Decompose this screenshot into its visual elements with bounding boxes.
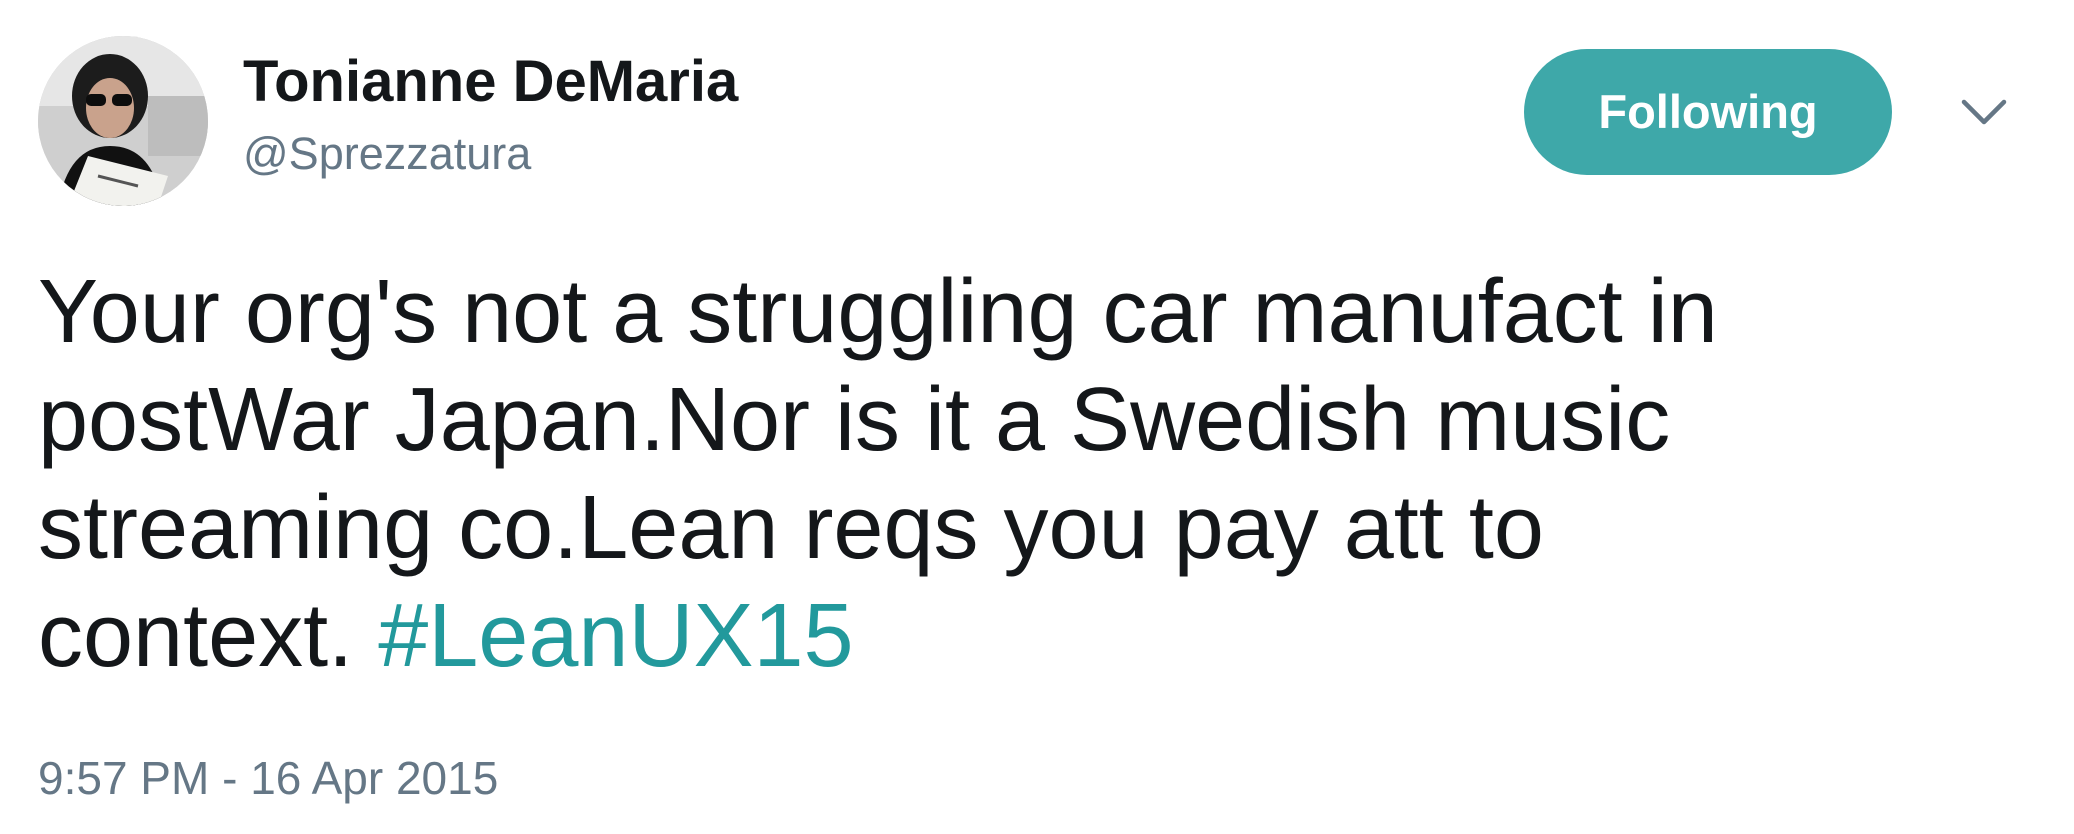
author-display-name[interactable]: Tonianne DeMaria: [243, 46, 738, 118]
tweet-text: Your org's not a struggling car manufact…: [38, 258, 2018, 690]
tweet-text-last-line: context. #LeanUX15: [38, 582, 2018, 690]
profile-photo-icon: [38, 36, 208, 206]
hashtag-link[interactable]: #LeanUX15: [378, 586, 853, 686]
tweet-text-segment: context.: [38, 586, 379, 686]
tweet-text-line: streaming co.Lean reqs you pay att to: [38, 478, 1544, 578]
chevron-down-icon: [1961, 99, 2007, 125]
tweet-timestamp[interactable]: 9:57 PM - 16 Apr 2015: [38, 748, 498, 808]
tweet-text-line: postWar Japan.Nor is it a Swedish music: [38, 370, 1671, 470]
following-button[interactable]: Following: [1524, 49, 1892, 175]
tweet-card: Tonianne DeMaria @Sprezzatura Following …: [0, 0, 2074, 834]
tweet-menu-button[interactable]: [1958, 94, 2010, 130]
author-handle[interactable]: @Sprezzatura: [243, 126, 531, 182]
avatar[interactable]: [38, 36, 208, 206]
tweet-text-line: Your org's not a struggling car manufact…: [38, 262, 1718, 362]
